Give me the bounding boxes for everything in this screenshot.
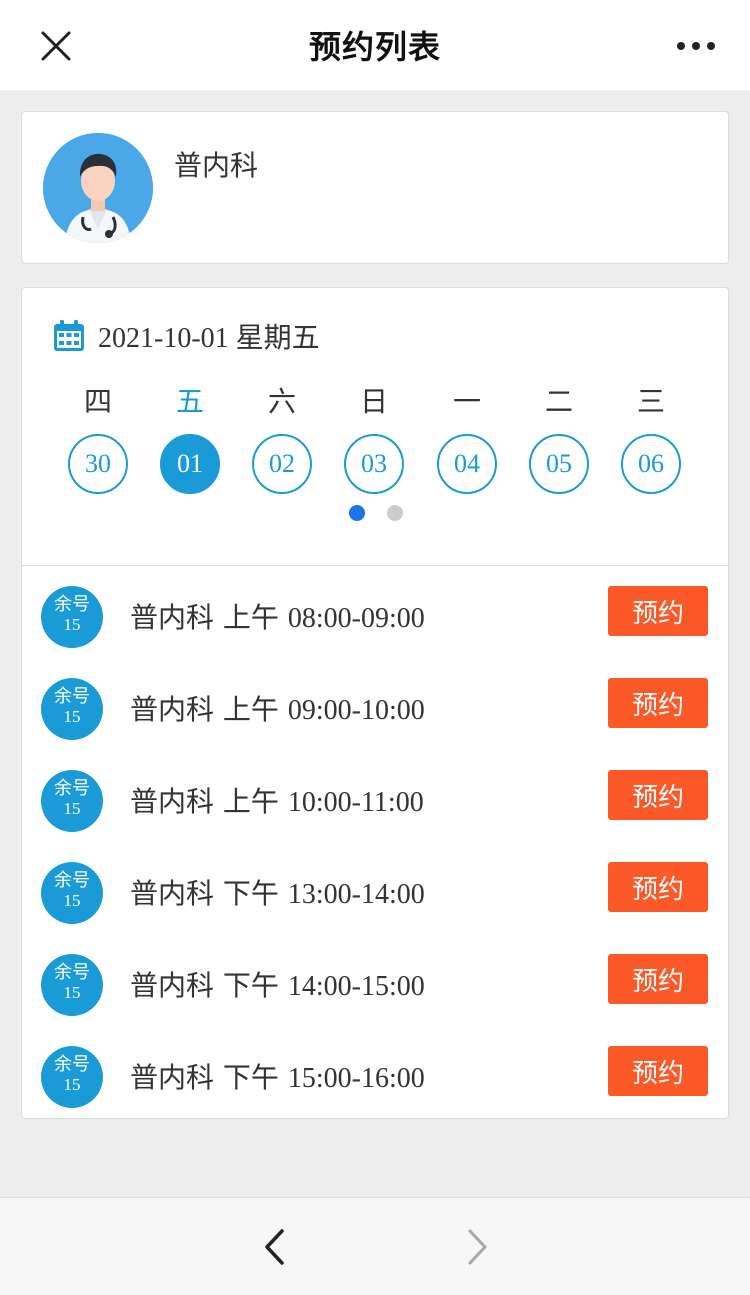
slot-row: 余号 15 普内科 下午 14:00-15:00 预约 xyxy=(22,934,728,1026)
weekday-label: 一 xyxy=(452,385,481,418)
doctor-avatar xyxy=(43,133,153,243)
day-button-05[interactable]: 05 xyxy=(529,434,589,494)
more-button[interactable] xyxy=(666,18,726,74)
book-button[interactable]: 预约 xyxy=(608,1046,708,1096)
more-icon xyxy=(677,42,685,50)
slot-dept: 普内科 xyxy=(130,785,215,818)
weekday-labels: 四 五 六 日 一 二 三 xyxy=(52,380,712,418)
slot-period: 上午 xyxy=(222,601,279,634)
page-dot-active[interactable] xyxy=(349,505,365,521)
slot-dept: 普内科 xyxy=(130,1061,215,1094)
remaining-count: 15 xyxy=(63,799,81,818)
department-name: 普内科 xyxy=(174,149,259,182)
page-dot[interactable] xyxy=(387,505,403,521)
slot-text: 普内科 下午 13:00-14:00 xyxy=(130,872,425,912)
remaining-label: 余号 xyxy=(54,962,90,983)
day-button-03[interactable]: 03 xyxy=(344,434,404,494)
more-icon-dot xyxy=(692,42,700,50)
remaining-badge: 余号 15 xyxy=(41,1046,103,1108)
remaining-label: 余号 xyxy=(54,1054,90,1075)
slot-row: 余号 15 普内科 上午 09:00-10:00 预约 xyxy=(22,658,728,750)
book-button[interactable]: 预约 xyxy=(608,862,708,912)
page-title: 预约列表 xyxy=(308,28,441,66)
weekday-label: 四 xyxy=(83,385,112,418)
remaining-badge: 余号 15 xyxy=(41,770,103,832)
slot-time: 13:00-14:00 xyxy=(287,879,425,910)
chevron-left-icon xyxy=(265,1229,284,1265)
book-button[interactable]: 预约 xyxy=(608,678,708,728)
slot-row: 余号 15 普内科 下午 13:00-14:00 预约 xyxy=(22,842,728,934)
slot-text: 普内科 下午 14:00-15:00 xyxy=(130,964,425,1004)
day-button-04[interactable]: 04 xyxy=(437,434,497,494)
remaining-label: 余号 xyxy=(54,686,90,707)
close-button[interactable] xyxy=(28,18,84,74)
remaining-label: 余号 xyxy=(54,870,90,891)
bottom-nav-bar xyxy=(0,1197,750,1295)
weekday-label: 三 xyxy=(636,385,665,418)
remaining-count: 15 xyxy=(63,1075,81,1094)
book-button[interactable]: 预约 xyxy=(608,770,708,820)
weekday-label: 日 xyxy=(359,385,388,418)
weekday-label: 五 xyxy=(175,385,204,418)
department-card: 普内科 xyxy=(21,111,729,264)
slot-text: 普内科 上午 10:00-11:00 xyxy=(130,780,424,820)
close-icon xyxy=(41,31,71,61)
slot-period: 下午 xyxy=(222,1061,279,1094)
slot-dept: 普内科 xyxy=(130,601,215,634)
selected-date: 2021-10-01 星期五 xyxy=(98,316,320,356)
remaining-badge: 余号 15 xyxy=(41,954,103,1016)
slot-time: 10:00-11:00 xyxy=(287,787,424,818)
slot-time: 15:00-16:00 xyxy=(287,1063,425,1094)
slot-dept: 普内科 xyxy=(130,693,215,726)
slot-text: 普内科 下午 15:00-16:00 xyxy=(130,1056,425,1096)
selected-date-value: 2021-10-01 xyxy=(98,323,229,354)
slot-text: 普内科 上午 09:00-10:00 xyxy=(130,688,425,728)
remaining-count: 15 xyxy=(63,891,81,910)
slot-period: 下午 xyxy=(222,969,279,1002)
page-indicator xyxy=(22,505,730,521)
back-button[interactable] xyxy=(250,1222,300,1272)
slot-row: 余号 15 普内科 上午 08:00-09:00 预约 xyxy=(22,566,728,658)
slot-dept: 普内科 xyxy=(130,969,215,1002)
more-icon-dot xyxy=(707,42,715,50)
remaining-badge: 余号 15 xyxy=(41,862,103,924)
slot-time: 08:00-09:00 xyxy=(287,603,425,634)
slot-text: 普内科 上午 08:00-09:00 xyxy=(130,596,425,636)
selected-weekday: 星期五 xyxy=(235,321,320,354)
remaining-label: 余号 xyxy=(54,778,90,799)
book-button[interactable]: 预约 xyxy=(608,586,708,636)
slot-period: 上午 xyxy=(222,785,279,818)
calendar-icon xyxy=(54,320,84,351)
top-bar: 预约列表 xyxy=(0,0,750,90)
slot-time: 14:00-15:00 xyxy=(287,971,425,1002)
forward-button[interactable] xyxy=(452,1222,502,1272)
selected-date-row: 2021-10-01 星期五 xyxy=(52,318,320,354)
remaining-count: 15 xyxy=(63,615,81,634)
chevron-right-icon xyxy=(468,1229,487,1265)
day-button-06[interactable]: 06 xyxy=(621,434,681,494)
remaining-badge: 余号 15 xyxy=(41,586,103,648)
day-picker: 30 01 02 03 04 05 06 xyxy=(52,434,712,496)
day-button-01[interactable]: 01 xyxy=(160,434,220,494)
day-button-02[interactable]: 02 xyxy=(252,434,312,494)
slot-dept: 普内科 xyxy=(130,877,215,910)
weekday-label: 二 xyxy=(544,385,573,418)
remaining-count: 15 xyxy=(63,983,81,1002)
book-button[interactable]: 预约 xyxy=(608,954,708,1004)
remaining-count: 15 xyxy=(63,707,81,726)
slot-period: 上午 xyxy=(222,693,279,726)
slot-row: 余号 15 普内科 上午 10:00-11:00 预约 xyxy=(22,750,728,842)
slot-row: 余号 15 普内科 下午 15:00-16:00 预约 xyxy=(22,1026,728,1118)
remaining-badge: 余号 15 xyxy=(41,678,103,740)
day-button-30[interactable]: 30 xyxy=(68,434,128,494)
schedule-card: 2021-10-01 星期五 四 五 六 日 一 二 三 30 01 02 03… xyxy=(21,287,729,1119)
weekday-label: 六 xyxy=(267,385,296,418)
slot-time: 09:00-10:00 xyxy=(287,695,425,726)
remaining-label: 余号 xyxy=(54,594,90,615)
slot-period: 下午 xyxy=(222,877,279,910)
